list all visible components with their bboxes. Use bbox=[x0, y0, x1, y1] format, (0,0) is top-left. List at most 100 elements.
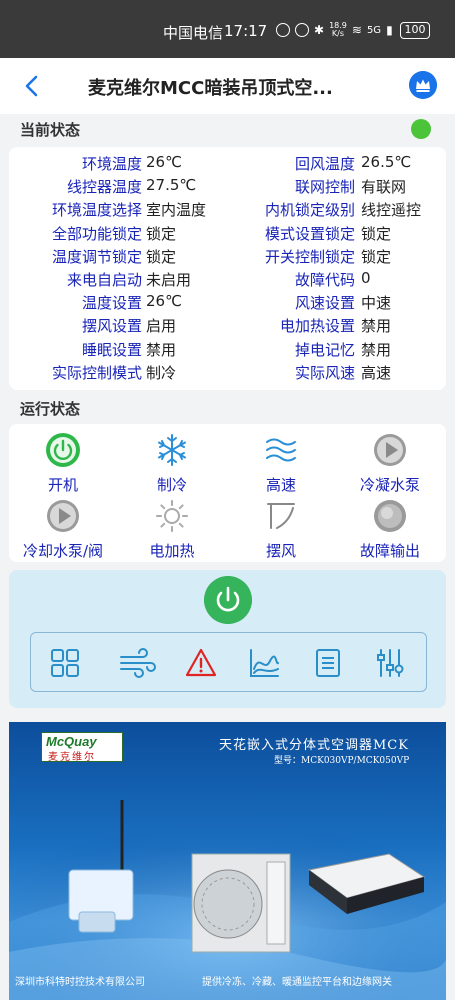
status-value: 禁用 bbox=[361, 340, 392, 359]
control-panel bbox=[9, 570, 446, 708]
status-icons: ✱ 18.9 K/s ≋ 5G ▮ bbox=[276, 22, 393, 38]
status-label: 开关控制锁定 bbox=[264, 247, 355, 266]
status-value: 未启用 bbox=[146, 270, 192, 289]
current-status-title: 当前状态 bbox=[20, 121, 81, 139]
run-status-item: 电加热 bbox=[117, 498, 227, 561]
run-status-label: 制冷 bbox=[156, 476, 187, 494]
run-status-item: 故障输出 bbox=[335, 498, 445, 561]
status-value: 锁定 bbox=[361, 247, 392, 266]
banner-slogan: 提供冷冻、冷藏、暖通监控平台和边缘网关 bbox=[202, 977, 392, 988]
function-toolbar bbox=[30, 632, 427, 692]
status-row: 温度调节锁定 锁定 开关控制锁定 锁定 bbox=[9, 244, 446, 267]
banner-title: 天花嵌入式分体式空调器MCK bbox=[219, 738, 409, 753]
power-on-icon bbox=[46, 433, 80, 467]
status-value: 26.5℃ bbox=[361, 153, 412, 171]
list-icon[interactable] bbox=[312, 647, 344, 679]
status-label: 环境温度选择 bbox=[51, 201, 142, 220]
brand-name-cn: 麦克维尔 bbox=[48, 752, 96, 763]
wind-icon[interactable] bbox=[119, 647, 157, 679]
status-row: 来电自启动 未启用 故障代码 0 bbox=[9, 267, 446, 290]
status-value: 禁用 bbox=[146, 340, 177, 359]
alarm-icon bbox=[276, 23, 290, 37]
status-value: 27.5℃ bbox=[146, 176, 197, 195]
status-value: 锁定 bbox=[146, 247, 177, 266]
status-value: 0 bbox=[361, 268, 371, 287]
run-status-label: 冷却水泵/阀 bbox=[22, 542, 104, 560]
run-status-item: 冷凝水泵 bbox=[335, 432, 445, 495]
product-banner: McQuay 麦克维尔 天花嵌入式分体式空调器MCK 型号：MCK030VP/M… bbox=[9, 722, 446, 1000]
network-speed: 18.9 K/s bbox=[329, 22, 347, 38]
brand-name: McQuay bbox=[46, 734, 97, 749]
chart-icon[interactable] bbox=[248, 647, 280, 679]
snowflake-icon bbox=[158, 434, 186, 466]
status-label: 睡眠设置 bbox=[81, 340, 142, 359]
status-label: 线控器温度 bbox=[66, 178, 142, 197]
run-status-label: 开机 bbox=[47, 476, 78, 494]
sun-icon bbox=[156, 500, 188, 532]
status-value: 锁定 bbox=[361, 224, 392, 243]
status-label: 联网控制 bbox=[294, 178, 355, 197]
status-row: 全部功能锁定 锁定 模式设置锁定 锁定 bbox=[9, 221, 446, 244]
warning-icon[interactable] bbox=[185, 647, 217, 679]
status-value: 26℃ bbox=[146, 292, 182, 311]
carrier-name: 中国电信 bbox=[163, 24, 224, 42]
status-value: 室内温度 bbox=[146, 201, 207, 220]
status-label: 全部功能锁定 bbox=[51, 224, 142, 243]
swing-icon bbox=[267, 503, 295, 529]
status-value: 高速 bbox=[361, 363, 392, 382]
status-label: 摆风设置 bbox=[81, 317, 142, 336]
status-label: 模式设置锁定 bbox=[264, 224, 355, 243]
network-speed-unit: K/s bbox=[331, 29, 345, 38]
brand-logo: McQuay 麦克维尔 bbox=[41, 732, 123, 763]
status-value: 中速 bbox=[361, 294, 392, 313]
crown-icon[interactable] bbox=[409, 71, 437, 99]
run-status-item: 制冷 bbox=[117, 432, 227, 495]
cellular-signal: 5G bbox=[366, 24, 382, 36]
system-status-bar: 中国电信 17:17 ✱ 18.9 K/s ≋ 5G ▮ 100 bbox=[0, 0, 455, 58]
status-label: 风速设置 bbox=[294, 294, 355, 313]
status-label: 实际风速 bbox=[294, 363, 355, 382]
status-label: 电加热设置 bbox=[279, 317, 355, 336]
status-row: 环境温度 26℃ 回风温度 26.5℃ bbox=[9, 151, 446, 174]
run-status-item: 开机 bbox=[8, 432, 118, 495]
status-value: 有联网 bbox=[361, 178, 407, 197]
fault-icon bbox=[374, 500, 406, 532]
bluetooth-icon: ✱ bbox=[314, 23, 325, 37]
status-label: 温度调节锁定 bbox=[51, 247, 142, 266]
run-status-card: 开机 制冷 高速 冷凝水泵冷却水泵/阀 电加热 摆风 故障输出 bbox=[9, 424, 446, 562]
power-button[interactable] bbox=[204, 576, 252, 624]
wifi-icon: ≋ bbox=[351, 23, 362, 37]
status-value: 启用 bbox=[146, 317, 177, 336]
pump-icon bbox=[374, 434, 406, 466]
status-row: 温度设置 26℃ 风速设置 中速 bbox=[9, 290, 446, 313]
run-status-item: 高速 bbox=[226, 432, 336, 495]
status-row: 睡眠设置 禁用 掉电记忆 禁用 bbox=[9, 337, 446, 360]
banner-company: 深圳市科特时控技术有限公司 bbox=[15, 977, 145, 988]
status-value: 线控遥控 bbox=[361, 201, 422, 220]
run-status-label: 冷凝水泵 bbox=[359, 476, 420, 494]
status-label: 温度设置 bbox=[81, 294, 142, 313]
signal-bars-icon: ▮ bbox=[386, 23, 393, 37]
settings-icon[interactable] bbox=[374, 647, 406, 679]
wind-high-icon bbox=[266, 438, 296, 462]
back-arrow-icon[interactable] bbox=[18, 72, 46, 100]
run-status-item: 摆风 bbox=[226, 498, 336, 561]
status-label: 回风温度 bbox=[294, 155, 355, 173]
status-value: 制冷 bbox=[146, 363, 177, 382]
clock: 17:17 bbox=[224, 22, 268, 40]
app-header: 麦克维尔MCC暗装吊顶式空... bbox=[0, 58, 455, 114]
run-status-label: 电加热 bbox=[149, 542, 195, 560]
battery-indicator: 100 bbox=[400, 22, 430, 39]
status-label: 实际控制模式 bbox=[51, 363, 142, 382]
status-label: 掉电记忆 bbox=[294, 340, 355, 359]
status-value: 锁定 bbox=[146, 224, 177, 243]
status-label: 故障代码 bbox=[294, 270, 355, 289]
status-value: 26℃ bbox=[146, 153, 182, 171]
run-status-title: 运行状态 bbox=[20, 400, 81, 418]
run-status-label: 高速 bbox=[265, 476, 296, 494]
online-status-indicator bbox=[411, 119, 431, 139]
status-row: 实际控制模式 制冷 实际风速 高速 bbox=[9, 360, 446, 383]
pump-icon bbox=[47, 500, 79, 532]
grid-icon[interactable] bbox=[49, 647, 81, 679]
dnd-icon bbox=[295, 23, 309, 37]
